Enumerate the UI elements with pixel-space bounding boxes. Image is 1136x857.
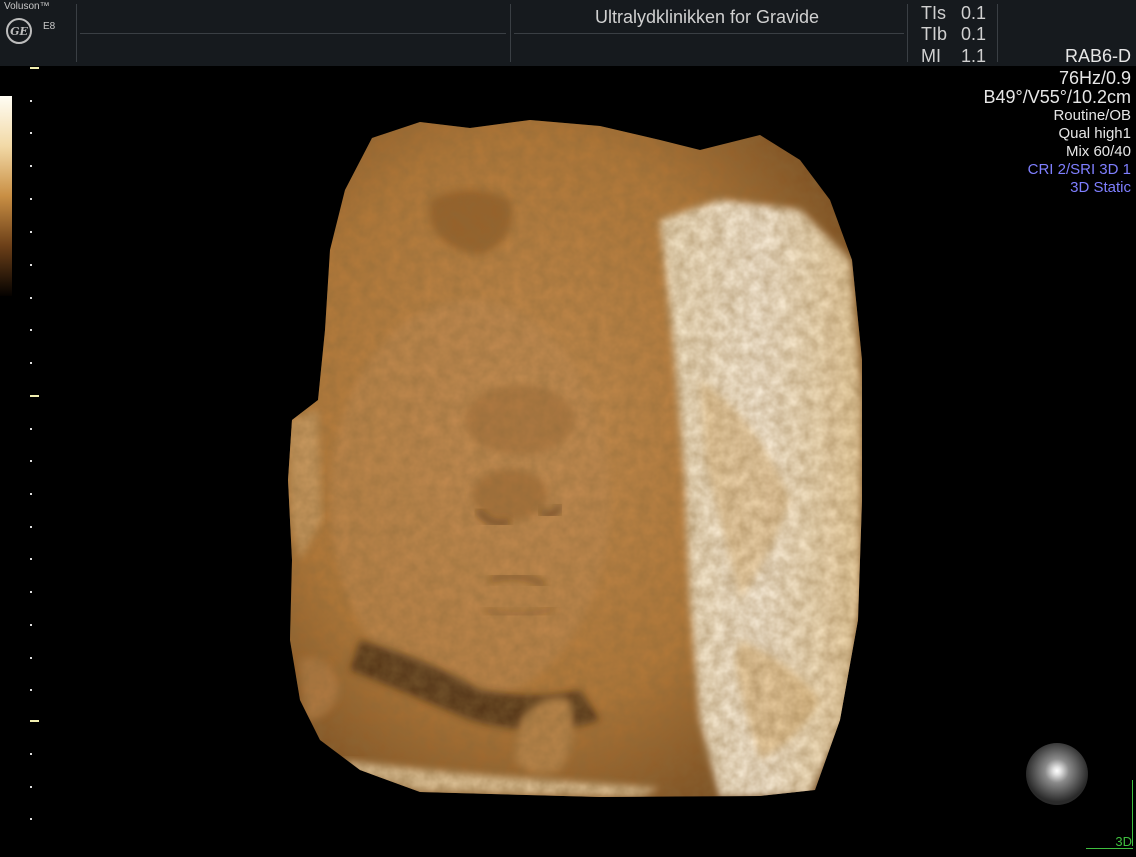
depth-tick (30, 231, 32, 233)
depth-tick (30, 132, 32, 134)
depth-tick (30, 689, 32, 691)
depth-tick (30, 264, 32, 266)
depth-tick (30, 460, 32, 462)
index-mi: MI 1.1 (921, 46, 986, 67)
index-label: MI (921, 46, 941, 66)
depth-tick (30, 100, 32, 102)
depth-tick (30, 753, 32, 755)
color-map-bar (0, 96, 12, 296)
index-value: 0.1 (961, 3, 987, 23)
header-rule (514, 33, 904, 34)
depth-tick (30, 558, 32, 560)
filters-label: CRI 2/SRI 3D 1 (1027, 161, 1131, 178)
index-label: TIb (921, 24, 948, 44)
index-value: 0.1 (961, 24, 987, 44)
depth-tick (30, 165, 32, 167)
index-value: 1.1 (961, 46, 987, 66)
header-divider (76, 4, 77, 62)
depth-tick (30, 329, 32, 331)
mode-3d-label: 3D (1115, 834, 1132, 849)
brand-name: Voluson™ (4, 1, 50, 12)
frame-rate: 76Hz/0.9 (1058, 68, 1131, 88)
probe-label: RAB6-D (1064, 46, 1131, 66)
depth-tick (30, 362, 32, 364)
header-divider (997, 4, 998, 62)
depth-tick (30, 493, 32, 495)
depth-tick (30, 720, 39, 722)
orientation-sphere-icon[interactable] (1026, 743, 1088, 805)
header-bar: Voluson™ GE E8 Ultralydklinikken for Gra… (0, 0, 1136, 66)
preset-label: Routine/OB (1053, 107, 1131, 124)
angles-depth: B49°/V55°/10.2cm (983, 87, 1131, 107)
render-viewport[interactable] (0, 66, 1136, 852)
fetal-3d-render (288, 120, 862, 797)
index-tib: TIb 0.1 (921, 24, 986, 45)
header-rule (80, 33, 506, 34)
header-divider (907, 4, 908, 62)
quality-label: Qual high1 (1058, 125, 1131, 142)
corner-marker (1132, 780, 1133, 846)
ge-logo-icon: GE (6, 18, 32, 44)
mode-label: 3D Static (1070, 179, 1131, 196)
depth-tick (30, 67, 39, 69)
clinic-title: Ultralydklinikken for Gravide (594, 7, 820, 27)
index-label: TIs (921, 3, 946, 23)
depth-tick (30, 297, 32, 299)
depth-tick (30, 657, 32, 659)
index-tis: TIs 0.1 (921, 3, 986, 24)
depth-tick (30, 428, 32, 430)
depth-tick (30, 786, 32, 788)
depth-tick (30, 198, 32, 200)
model-name: E8 (43, 21, 56, 32)
mix-label: Mix 60/40 (1065, 143, 1131, 160)
depth-tick (30, 624, 32, 626)
depth-tick (30, 395, 39, 397)
depth-tick (30, 526, 32, 528)
header-divider (510, 4, 511, 62)
depth-tick (30, 591, 32, 593)
depth-tick (30, 818, 32, 820)
